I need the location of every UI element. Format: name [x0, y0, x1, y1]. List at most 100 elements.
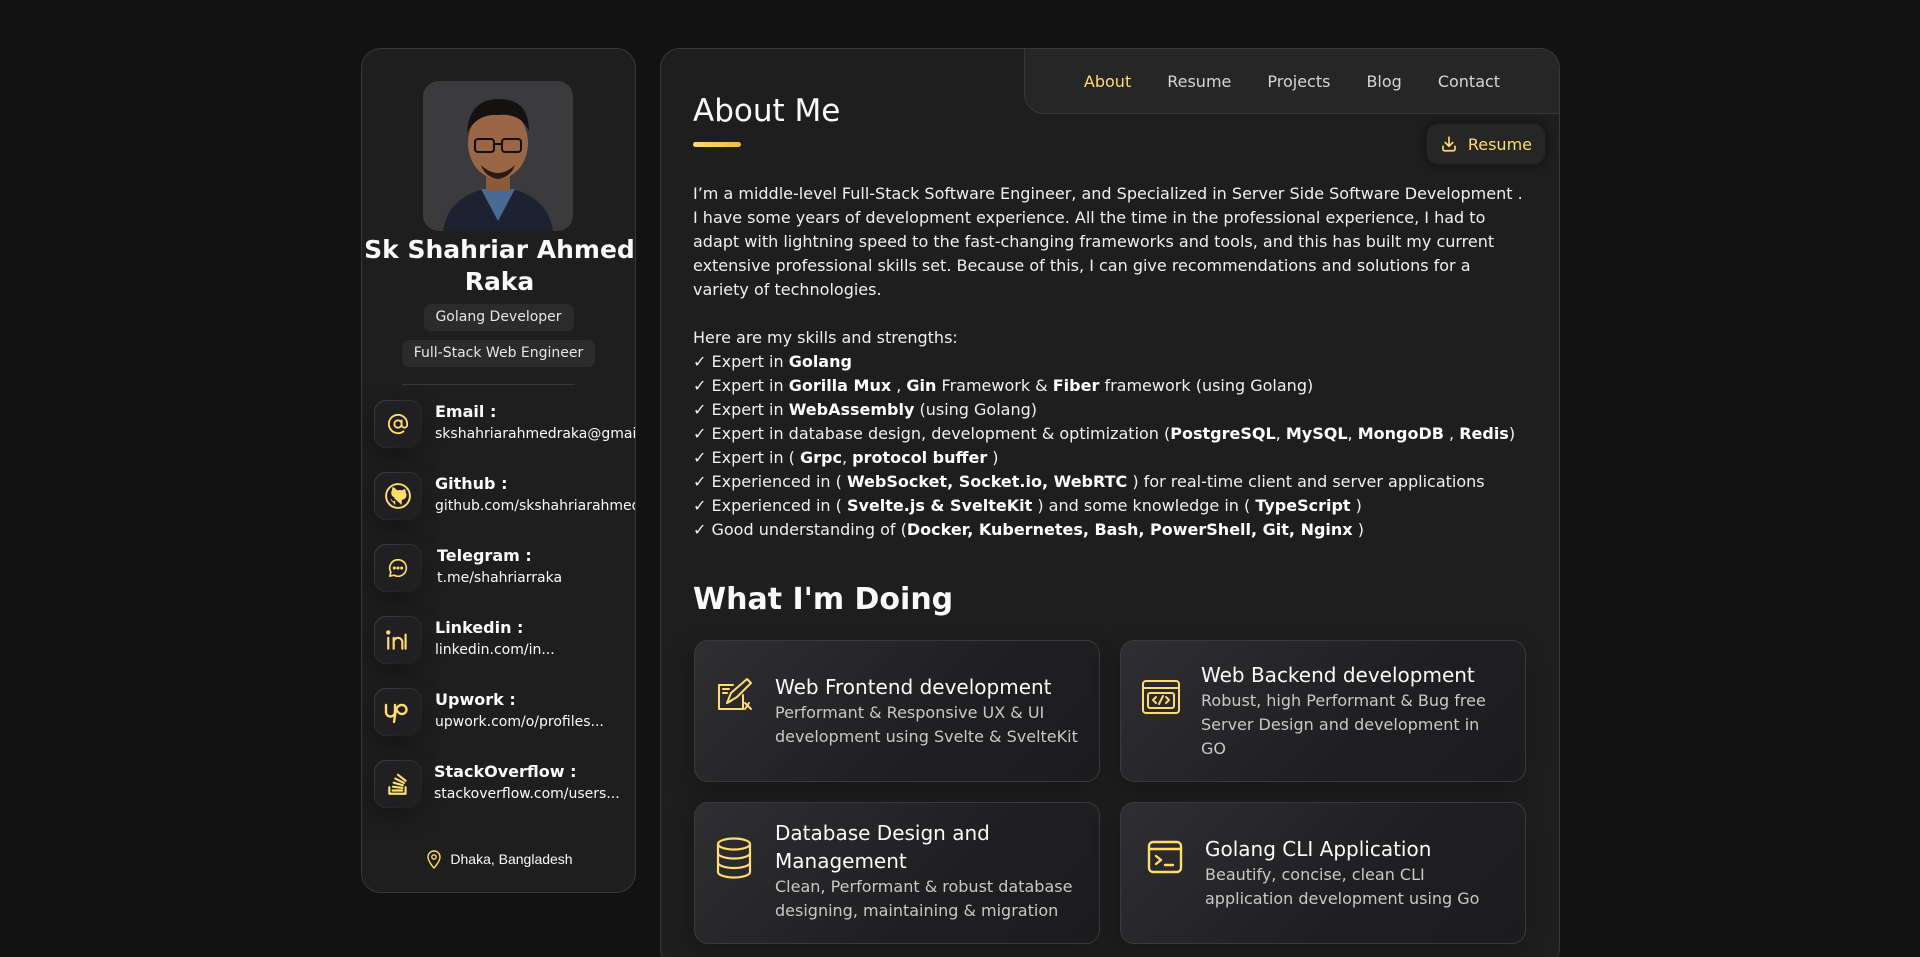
contact-label: StackOverflow : — [434, 762, 577, 781]
skills-list: ✓ Expert in Golang ✓ Expert in Gorilla Mu… — [693, 350, 1523, 542]
service-card-backend: Web Backend development Robust, high Per… — [1120, 640, 1526, 782]
at-icon — [374, 400, 422, 448]
nav-contact[interactable]: Contact — [1420, 72, 1518, 91]
skill-text: ) — [1352, 520, 1364, 539]
service-title: Web Backend development — [1201, 663, 1475, 687]
download-icon — [1442, 136, 1456, 152]
about-intro: I’m a middle-level Full-Stack Software E… — [693, 184, 1523, 299]
profile-name: Sk Shahriar Ahmed Raka — [364, 235, 635, 296]
skill-text: ) — [987, 448, 999, 467]
skill-text: ✓ Expert in — [693, 376, 789, 395]
skill-text: ) and some knowledge in ( — [1032, 496, 1256, 515]
service-desc: Beautify, concise, clean CLI application… — [1205, 865, 1480, 908]
skill-text: ✓ Good understanding of ( — [693, 520, 907, 539]
skill-item: ✓ Expert in WebAssembly (using Golang) — [693, 398, 1523, 422]
stackoverflow-icon — [374, 760, 422, 808]
service-title: Database Design and Management — [775, 821, 990, 873]
skill-text: (using Golang) — [914, 400, 1037, 419]
contact-linkedin[interactable]: Linkedin : linkedin.com/in... — [374, 616, 635, 666]
skill-text: ✓ Expert in — [693, 352, 789, 371]
title-underline — [693, 142, 741, 147]
contact-telegram[interactable]: Telegram : t.me/shahriarraka — [374, 544, 635, 594]
skill-highlight: Gorilla Mux — [788, 376, 892, 395]
upwork-icon — [374, 688, 422, 736]
design-pen-icon — [715, 675, 755, 719]
contact-label: Upwork : — [435, 690, 516, 709]
terminal-icon — [1147, 840, 1183, 878]
location: Dhaka, Bangladesh — [362, 849, 635, 869]
skill-highlight: Golang — [788, 352, 852, 371]
skill-text: ✓ Experienced in ( — [693, 496, 847, 515]
avatar-photo — [423, 81, 573, 231]
skill-text: ✓ Expert in ( — [693, 448, 801, 467]
contact-stackoverflow[interactable]: StackOverflow : stackoverflow.com/users.… — [374, 760, 635, 810]
skill-highlight: Grpc — [800, 448, 842, 467]
contact-value[interactable]: stackoverflow.com/users... — [434, 786, 620, 802]
contact-label: Linkedin : — [435, 618, 524, 637]
skill-highlight: WebSocket, Socket.io, WebRTC — [846, 472, 1128, 491]
skill-text: ) — [1350, 496, 1362, 515]
section-title-doing: What I'm Doing — [693, 582, 954, 617]
skill-item: ✓ Expert in Gorilla Mux , Gin Framework … — [693, 374, 1523, 398]
service-desc: Performant & Responsive UX & UI developm… — [775, 703, 1078, 746]
linkedin-icon — [374, 616, 422, 664]
skill-text: ) for real-time client and server applic… — [1127, 472, 1485, 491]
skill-highlight: Svelte.js & SvelteKit — [846, 496, 1033, 515]
contact-value[interactable]: t.me/shahriarraka — [437, 570, 562, 586]
skill-text: ) — [1508, 424, 1516, 443]
skill-highlight: protocol buffer — [852, 448, 988, 467]
skill-item: ✓ Expert in ( Grpc, protocol buffer ) — [693, 446, 1523, 470]
location-text: Dhaka, Bangladesh — [450, 851, 573, 867]
download-resume-button[interactable]: Resume — [1426, 124, 1545, 164]
service-card-cli: Golang CLI Application Beautify, concise… — [1120, 802, 1526, 944]
skill-item: ✓ Experienced in ( WebSocket, Socket.io,… — [693, 470, 1523, 494]
skill-text: framework (using Golang) — [1099, 376, 1314, 395]
skill-text: , — [1275, 424, 1286, 443]
service-card-frontend: Web Frontend development Performant & Re… — [694, 640, 1100, 782]
title-chip-golang: Golang Developer — [423, 304, 574, 331]
contact-value[interactable]: linkedin.com/in... — [435, 642, 555, 658]
contact-label: Telegram : — [437, 546, 532, 565]
skill-text: , — [1443, 424, 1460, 443]
skill-highlight: PostgreSQL — [1170, 424, 1276, 443]
skill-text: ✓ Expert in — [693, 400, 789, 419]
nav-resume[interactable]: Resume — [1149, 72, 1249, 91]
skill-highlight: Docker, Kubernetes, Bash, PowerShell, Gi… — [906, 520, 1353, 539]
nav-projects[interactable]: Projects — [1249, 72, 1348, 91]
contact-upwork[interactable]: Upwork : upwork.com/o/profiles... — [374, 688, 635, 738]
avatar — [423, 81, 573, 231]
contact-value[interactable]: github.com/skshahriarahmedraka — [435, 498, 635, 514]
skill-item: ✓ Expert in database design, development… — [693, 422, 1523, 446]
skill-text: ✓ Expert in database design, development… — [693, 424, 1171, 443]
contact-label: Email : — [435, 402, 497, 421]
skill-text: , — [841, 448, 853, 467]
skills-heading: Here are my skills and strengths: — [693, 328, 958, 347]
github-icon — [374, 472, 422, 520]
skill-text: , — [891, 376, 907, 395]
skill-highlight: Redis — [1459, 424, 1509, 443]
skill-highlight: MySQL — [1285, 424, 1348, 443]
skill-highlight: WebAssembly — [788, 400, 915, 419]
sidebar: Sk Shahriar Ahmed Raka Golang Developer … — [361, 48, 636, 893]
nav-blog[interactable]: Blog — [1348, 72, 1419, 91]
code-window-icon — [1141, 679, 1181, 719]
service-desc: Clean, Performant & robust database desi… — [775, 877, 1073, 920]
skill-highlight: MongoDB — [1357, 424, 1444, 443]
resume-button-label: Resume — [1467, 134, 1532, 154]
skill-item: ✓ Good understanding of (Docker, Kuberne… — [693, 518, 1523, 542]
navbar: About Resume Projects Blog Contact — [1024, 49, 1559, 114]
contact-email[interactable]: Email : skshahriarahmedraka@gmail.com — [374, 400, 635, 450]
contact-value[interactable]: upwork.com/o/profiles... — [435, 714, 604, 730]
service-desc: Robust, high Performant & Bug free Serve… — [1201, 691, 1486, 758]
map-pin-icon — [427, 850, 442, 869]
contact-value[interactable]: skshahriarahmedraka@gmail.com — [435, 426, 635, 442]
contact-github[interactable]: Github : github.com/skshahriarahmedraka — [374, 472, 635, 522]
nav-about[interactable]: About — [1066, 72, 1149, 91]
service-title: Golang CLI Application — [1205, 837, 1432, 861]
service-card-database: Database Design and Management Clean, Pe… — [694, 802, 1100, 944]
skill-text: Framework & — [936, 376, 1053, 395]
service-title: Web Frontend development — [775, 675, 1052, 699]
sidebar-separator — [402, 384, 575, 385]
skill-text: ✓ Experienced in ( — [693, 472, 847, 491]
main-panel: About Resume Projects Blog Contact About… — [660, 48, 1560, 957]
